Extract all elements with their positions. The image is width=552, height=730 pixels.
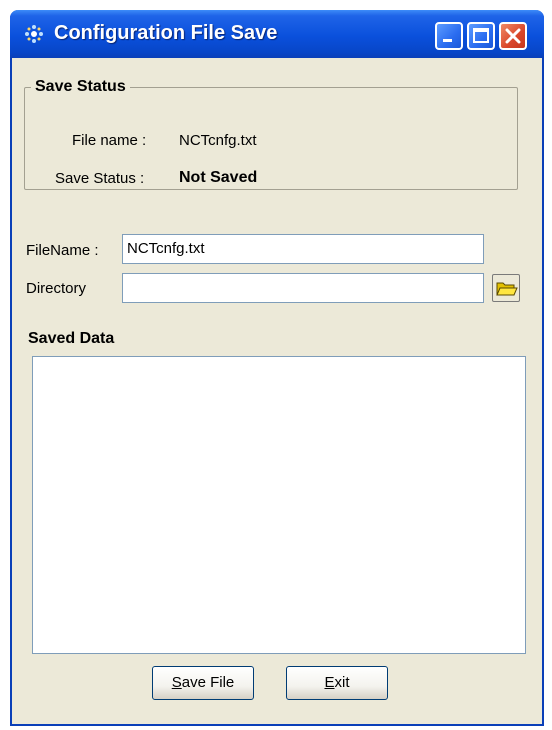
directory-input[interactable] bbox=[122, 273, 484, 303]
saved-data-title: Saved Data bbox=[28, 330, 115, 347]
title-bar[interactable]: Configuration File Save bbox=[10, 10, 544, 58]
filename-label: FileName : bbox=[26, 242, 99, 259]
exit-label: xit bbox=[334, 674, 350, 691]
browse-directory-button[interactable] bbox=[492, 274, 520, 302]
app-icon bbox=[25, 25, 43, 43]
close-icon bbox=[505, 28, 521, 44]
saved-data-textarea[interactable] bbox=[32, 356, 526, 654]
save-file-button[interactable]: Save File bbox=[152, 666, 254, 700]
save-status-group: Save Status File name : NCTcnfg.txt Save… bbox=[24, 78, 518, 190]
save-file-label: ave File bbox=[181, 674, 235, 691]
filename-input[interactable]: NCTcnfg.txt bbox=[122, 234, 484, 264]
directory-label: Directory bbox=[26, 280, 87, 297]
save-status-label: Save Status : bbox=[55, 170, 145, 187]
save-status-value: Not Saved bbox=[179, 169, 258, 186]
maximize-button[interactable] bbox=[467, 22, 495, 50]
file-name-label: File name : bbox=[72, 132, 147, 149]
minimize-button[interactable] bbox=[435, 22, 463, 50]
close-button[interactable] bbox=[499, 22, 527, 50]
config-file-save-window: Configuration File Save Save Status File… bbox=[10, 10, 544, 726]
maximize-icon bbox=[473, 28, 489, 43]
save-status-legend: Save Status bbox=[35, 78, 126, 95]
file-name-value: NCTcnfg.txt bbox=[179, 132, 257, 149]
exit-mnemonic: E bbox=[324, 674, 335, 691]
window-title: Configuration File Save bbox=[54, 22, 278, 44]
exit-button[interactable]: Exit bbox=[286, 666, 388, 700]
save-file-mnemonic: S bbox=[171, 674, 182, 691]
folder-icon bbox=[496, 282, 518, 296]
minimize-icon bbox=[443, 39, 452, 42]
